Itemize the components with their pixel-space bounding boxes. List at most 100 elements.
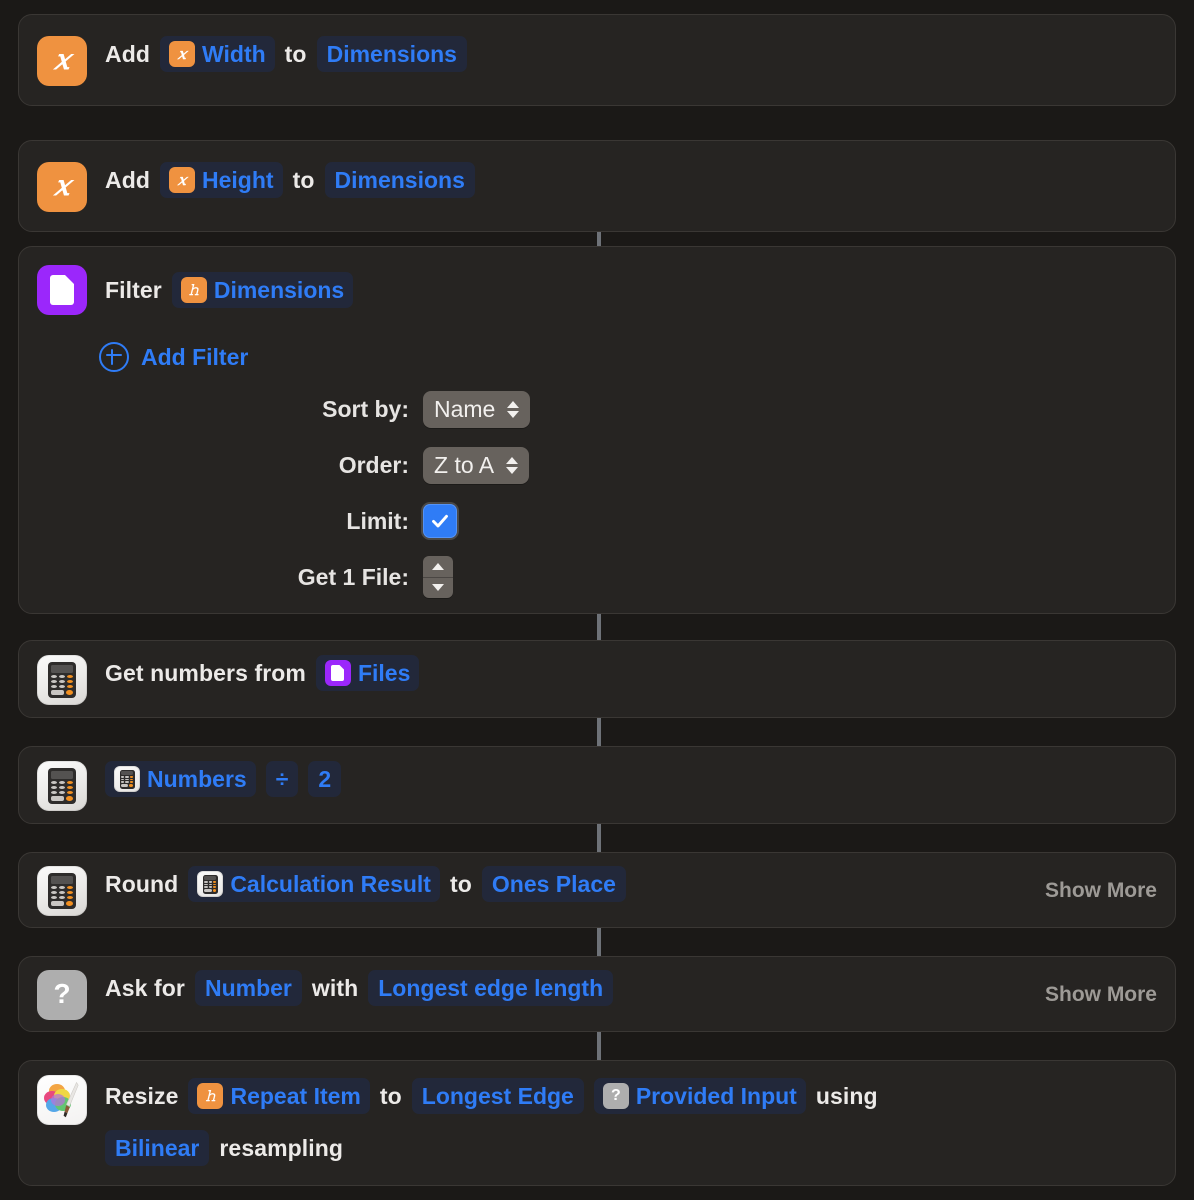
add-filter-button[interactable]: Add Filter <box>37 333 1157 381</box>
calculator-glyph <box>48 662 76 698</box>
action-preposition: to <box>292 166 315 193</box>
action-verb: Resize <box>105 1082 179 1109</box>
limit-checkbox[interactable] <box>423 504 457 538</box>
action-verb: Get numbers from <box>105 659 306 686</box>
token-label: Height <box>202 167 274 193</box>
ask-icon: ? <box>602 1083 629 1109</box>
action-verb: Add <box>105 40 151 67</box>
param-row-get-files: Get 1 File: <box>37 549 1157 605</box>
param-label-sort-by: Sort by: <box>322 395 409 422</box>
action-preposition: to <box>449 870 472 897</box>
chevron-up-down-icon <box>507 400 520 418</box>
variable-icon: 𝚑 <box>197 1083 224 1109</box>
action-preposition: to <box>284 40 307 67</box>
param-label-order: Order: <box>338 451 409 478</box>
order-popup-button[interactable]: Z to A <box>423 446 530 484</box>
token-longest-edge[interactable]: Longest Edge <box>411 1078 584 1114</box>
order-value: Z to A <box>434 451 495 478</box>
files-icon <box>37 265 87 315</box>
param-row-order: Order: Z to A <box>37 437 1157 493</box>
token-label: Dimensions <box>334 167 465 193</box>
token-input-type-number[interactable]: Number <box>194 970 302 1006</box>
variable-icon: 𝑥 <box>169 167 196 193</box>
token-label: Files <box>357 660 411 686</box>
token-label: Number <box>204 975 292 1001</box>
ask-icon: ? <box>37 970 87 1020</box>
param-row-limit: Limit: <box>37 493 1157 549</box>
param-label-limit: Limit: <box>346 507 409 534</box>
connector-line <box>597 928 601 956</box>
action-card-get-numbers[interactable]: Get numbers from Files <box>18 640 1176 718</box>
pixelmator-glyph <box>42 1080 82 1120</box>
token-label: Dimensions <box>213 277 345 303</box>
variable-icon: 𝚑 <box>180 277 207 303</box>
sort-by-popup-button[interactable]: Name <box>423 390 531 428</box>
token-variable-dimensions[interactable]: Dimensions <box>316 36 467 72</box>
operator-divide-field[interactable]: ÷ <box>265 761 299 797</box>
action-card-add-height[interactable]: 𝑥 Add 𝑥 Height to Dimensions <box>18 140 1176 232</box>
action-card-resize-image[interactable]: Resize 𝚑 Repeat Item to Longest Edge ? P… <box>18 1060 1176 1186</box>
connector-line <box>597 1032 601 1060</box>
token-label: Repeat Item <box>230 1083 361 1109</box>
connector-line <box>597 614 601 640</box>
action-verb: Round <box>105 870 179 897</box>
operand-value: 2 <box>318 766 332 792</box>
show-more-button[interactable]: Show More <box>1045 983 1157 1007</box>
variable-icon-glyph: 𝑥 <box>54 43 70 76</box>
document-glyph <box>50 275 74 305</box>
token-prompt-text[interactable]: Longest edge length <box>368 970 614 1006</box>
token-variable-files[interactable]: Files <box>315 655 420 691</box>
sort-by-value: Name <box>434 395 496 422</box>
token-label: Width <box>202 41 266 67</box>
action-connector-using: using <box>815 1082 878 1109</box>
chevron-up-down-icon <box>506 456 519 474</box>
calculator-icon <box>114 766 140 792</box>
variable-icon: 𝑥 <box>169 41 196 67</box>
connector-line <box>597 824 601 852</box>
stepper-decrement[interactable] <box>423 576 453 599</box>
param-row-sort-by: Sort by: Name <box>37 381 1157 437</box>
question-mark-glyph: ? <box>53 978 71 1009</box>
action-card-round-number[interactable]: Round Calculation Result to Ones Place S… <box>18 852 1176 928</box>
action-card-ask-for-input[interactable]: ? Ask for Number with Longest edge lengt… <box>18 956 1176 1032</box>
token-variable-numbers[interactable]: Numbers <box>105 761 256 797</box>
files-icon <box>324 660 351 686</box>
show-more-button[interactable]: Show More <box>1045 879 1157 903</box>
action-card-calculate[interactable]: Numbers ÷ 2 <box>18 746 1176 824</box>
token-variable-width[interactable]: 𝑥 Width <box>160 36 275 72</box>
token-ones-place[interactable]: Ones Place <box>481 866 626 902</box>
calculator-icon <box>37 761 87 811</box>
connector-line <box>597 232 601 246</box>
token-variable-calculation-result[interactable]: Calculation Result <box>188 866 440 902</box>
operand-field[interactable]: 2 <box>308 761 342 797</box>
token-label: Longest edge length <box>378 975 604 1001</box>
calculator-icon <box>197 871 224 897</box>
param-label-get-files: Get 1 File: <box>297 563 409 590</box>
operator-label: ÷ <box>275 766 289 792</box>
token-label: Dimensions <box>326 41 457 67</box>
action-card-filter-files[interactable]: Filter 𝚑 Dimensions Add Filter Sort by: … <box>18 246 1176 614</box>
variable-icon-glyph: 𝑥 <box>54 169 70 202</box>
action-verb: Filter <box>105 276 162 303</box>
get-files-stepper[interactable] <box>423 556 453 598</box>
token-variable-height[interactable]: 𝑥 Height <box>160 162 283 198</box>
action-preposition: to <box>379 1082 402 1109</box>
action-verb: Ask for <box>105 974 185 1001</box>
token-variable-provided-input[interactable]: ? Provided Input <box>593 1078 806 1114</box>
token-label: Longest Edge <box>421 1083 574 1109</box>
token-label: Provided Input <box>635 1083 797 1109</box>
action-trailing-word: resampling <box>219 1134 344 1161</box>
calculator-glyph <box>48 873 76 909</box>
action-card-add-width[interactable]: 𝑥 Add 𝑥 Width to Dimensions <box>18 14 1176 106</box>
token-label: Numbers <box>147 766 247 792</box>
token-resampling-bilinear[interactable]: Bilinear <box>105 1130 210 1166</box>
calculator-glyph <box>48 768 76 804</box>
variable-icon: 𝑥 <box>37 162 87 212</box>
token-variable-repeat-item[interactable]: 𝚑 Repeat Item <box>188 1078 370 1114</box>
token-label: Ones Place <box>491 871 616 897</box>
token-label: Bilinear <box>115 1135 200 1161</box>
token-variable-dimensions[interactable]: Dimensions <box>324 162 475 198</box>
stepper-increment[interactable] <box>423 556 453 577</box>
token-variable-dimensions[interactable]: 𝚑 Dimensions <box>171 272 354 308</box>
pixelmator-icon <box>37 1075 87 1125</box>
